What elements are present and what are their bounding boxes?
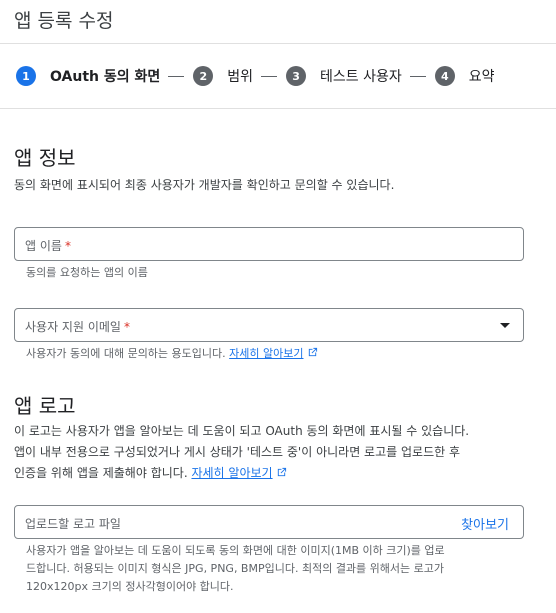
page-title: 앱 등록 수정 (14, 10, 114, 32)
step-4-number: 4 (434, 66, 455, 86)
support-email-helper: 사용자가 동의에 대해 문의하는 용도입니다. 자세히 알아보기 (26, 345, 318, 363)
step-1-label[interactable]: OAuth 동의 화면 (50, 66, 160, 86)
step-2-number: 2 (193, 66, 214, 86)
support-email-label: 사용자 지원 이메일 * (25, 320, 130, 334)
logo-helper: 사용자가 앱을 알아보는 데 도움이 되도록 동의 화면에 대한 이미지(1MB… (26, 544, 445, 593)
browse-button[interactable]: 찾아보기 (461, 514, 509, 533)
logo-learn-more-link[interactable]: 자세히 알아보기 (191, 466, 272, 480)
step-3-number: 3 (286, 66, 307, 86)
step-3-label[interactable]: 테스트 사용자 (320, 66, 402, 86)
app-logo-description: 이 로고는 사용자가 앱을 알아보는 데 도움이 되고 OAuth 동의 화면에… (14, 424, 470, 480)
dropdown-arrow-icon[interactable] (500, 323, 510, 328)
stepper-divider (0, 108, 556, 109)
step-2-label[interactable]: 범위 (227, 66, 253, 86)
step-separator (261, 75, 278, 77)
app-logo-heading: 앱 로고 (14, 394, 76, 418)
required-marker: * (123, 320, 130, 334)
step-separator (409, 75, 426, 77)
support-email-select[interactable]: 사용자 지원 이메일 * (14, 308, 524, 342)
learn-more-link[interactable]: 자세히 알아보기 (229, 347, 303, 360)
app-name-field[interactable]: 앱 이름 * (14, 227, 524, 261)
logo-upload-label: 업로드할 로고 파일 (25, 517, 121, 531)
external-link-icon (308, 347, 317, 357)
app-name-label: 앱 이름 * (25, 239, 71, 253)
header-divider (0, 43, 556, 44)
external-link-icon (277, 467, 286, 477)
app-info-description: 동의 화면에 표시되어 최종 사용자가 개발자를 확인하고 문의할 수 있습니다… (14, 178, 395, 192)
step-1-number: 1 (16, 66, 36, 86)
required-marker: * (64, 239, 71, 253)
logo-upload-field[interactable]: 업로드할 로고 파일 찾아보기 (14, 505, 524, 539)
stepper: 1 OAuth 동의 화면 2 범위 3 테스트 사용자 4 요약 (16, 65, 495, 87)
app-name-helper: 동의를 요청하는 앱의 이름 (26, 266, 148, 279)
step-4-label[interactable]: 요약 (469, 66, 495, 86)
step-separator (168, 75, 185, 77)
app-info-heading: 앱 정보 (14, 146, 76, 170)
